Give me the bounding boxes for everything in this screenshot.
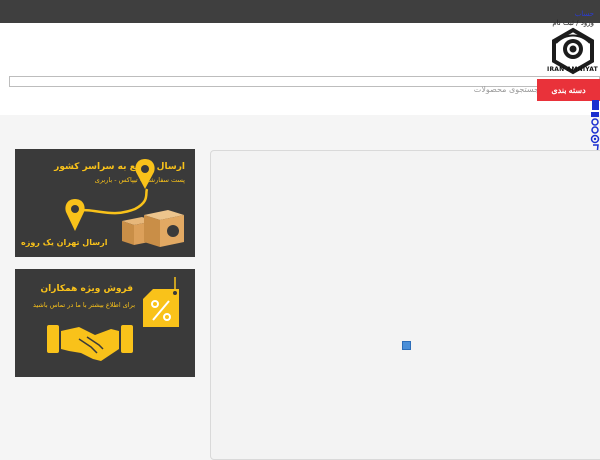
account-links: حساب ورود / ثبت نام [552,10,594,28]
category-button[interactable]: دسته بندی [537,79,600,101]
search-input[interactable] [10,85,599,94]
login-register-link[interactable]: ورود / ثبت نام [552,19,594,27]
broken-image-icon [402,341,411,350]
main-content-panel [210,150,600,460]
shipping-banner[interactable]: ارسال سریع به سراسر کشور پست سفارشی - تی… [15,149,195,257]
banner-footer: ارسال تهران یک روزه [21,238,108,247]
banner-title: فروش ویژه همکاران [40,284,134,294]
search-box[interactable] [9,76,600,94]
partner-sale-banner[interactable]: فروش ویژه همکاران برای اطلاع بیشتر با ما… [15,269,195,377]
top-bar [0,0,600,23]
boxes-icon [122,210,184,247]
brand-name: IRAN AMNIYAT [547,66,598,73]
site-header [0,23,600,115]
banner-subtitle: برای اطلاع بیشتر با ما در تماس باشید [33,301,135,309]
account-link[interactable]: حساب [552,10,594,19]
price-tag-icon [143,277,179,327]
handshake-icon [47,325,133,361]
